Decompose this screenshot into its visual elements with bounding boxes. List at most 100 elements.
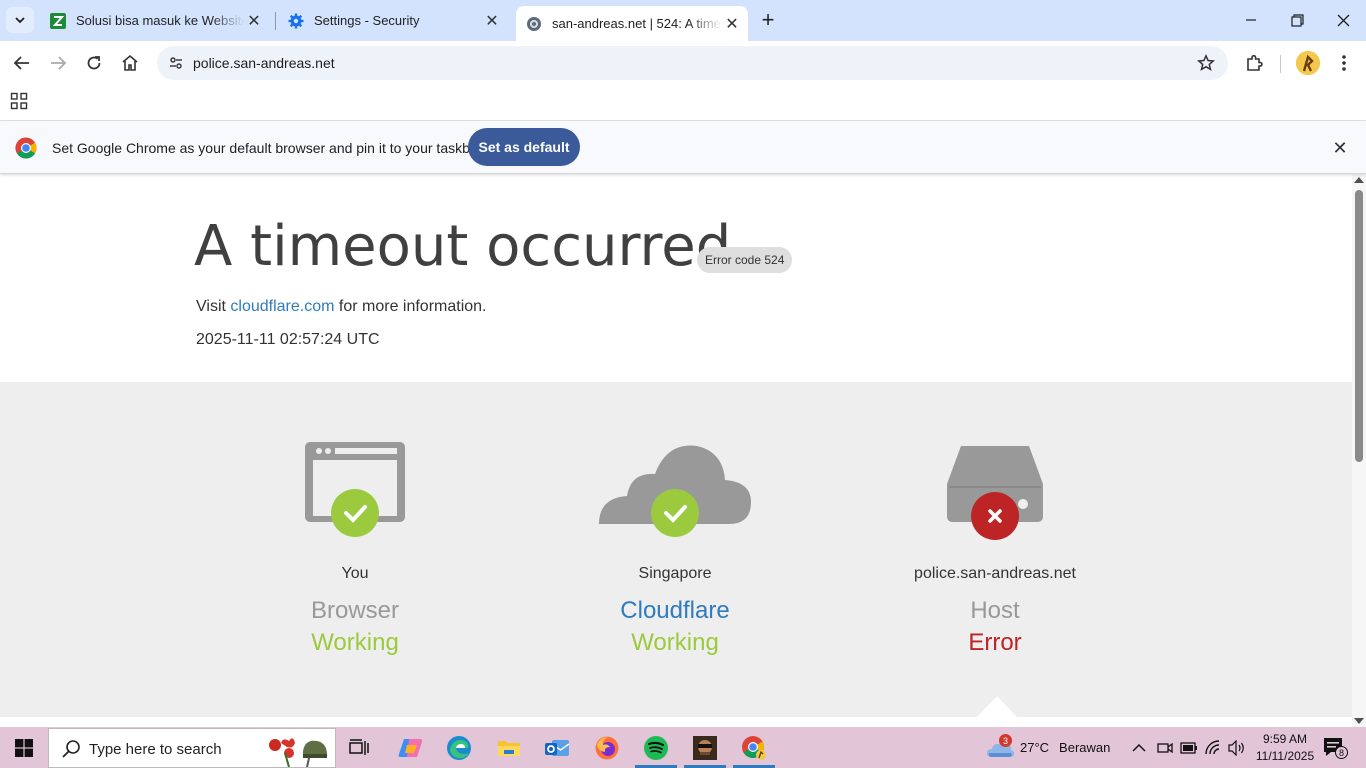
scroll-up-arrow[interactable] <box>1354 177 1364 183</box>
chevron-up-icon <box>1132 743 1146 752</box>
node-role: Browser <box>310 597 400 624</box>
taskbar-clock[interactable]: 9:59 AM 11/11/2025 <box>1247 731 1323 765</box>
page-title: A timeout occurred <box>194 214 732 279</box>
tab-title: Solusi bisa masuk ke Website San Andreas <box>76 13 244 28</box>
battery-icon[interactable] <box>1180 727 1198 768</box>
clock-date: 11/11/2025 <box>1255 749 1315 763</box>
tab-settings[interactable]: Settings - Security ✕ <box>280 0 508 41</box>
page-content: A timeout occurred Error code 524 Visit … <box>0 174 1352 717</box>
cloudflare-link[interactable]: cloudflare.com <box>230 298 334 315</box>
gear-icon <box>288 13 304 29</box>
close-tab-icon[interactable]: ✕ <box>482 11 502 31</box>
reload-icon <box>87 56 101 70</box>
close-tab-icon[interactable]: ✕ <box>244 11 264 31</box>
meet-now-icon[interactable] <box>1157 727 1173 768</box>
page-bottom <box>0 717 1352 727</box>
set-as-default-button[interactable]: Set as default <box>468 128 580 166</box>
tab-title: Settings - Security <box>314 13 420 28</box>
chrome-icon <box>742 735 766 760</box>
taskbar-search[interactable]: Type here to search <box>48 728 336 768</box>
tab-san-andreas[interactable]: san-andreas.net | 524: A timeout occurre… <box>516 6 748 41</box>
infobar-close-icon[interactable]: ✕ <box>1328 136 1352 160</box>
minimize-button[interactable] <box>1236 6 1266 34</box>
bookmarks-bar <box>0 85 1366 121</box>
spotify-icon <box>644 735 668 760</box>
search-highlight-icon <box>269 738 327 767</box>
outlook-icon <box>545 739 570 756</box>
file-explorer-app[interactable] <box>486 727 532 768</box>
tab-solusi[interactable]: Solusi bisa masuk ke Website San Andreas… <box>42 0 270 41</box>
scrollbar-thumb[interactable] <box>1355 190 1363 462</box>
profile-avatar[interactable] <box>1296 51 1320 75</box>
apps-grid-button[interactable] <box>10 92 30 112</box>
visit-prefix: Visit <box>196 298 226 315</box>
search-placeholder: Type here to search <box>89 741 222 758</box>
chrome-app[interactable] <box>731 727 777 768</box>
windows-logo-icon <box>15 738 33 757</box>
outlook-app[interactable] <box>534 727 580 768</box>
error-pointer <box>977 696 1017 717</box>
star-icon <box>1197 54 1215 71</box>
restore-button[interactable] <box>1282 6 1312 34</box>
error-timestamp: 2025-11-11 02:57:24 UTC <box>196 331 380 348</box>
address-bar[interactable]: police.san-andreas.net <box>157 46 1228 80</box>
close-icon <box>1337 14 1349 26</box>
page-scrollbar[interactable] <box>1352 174 1366 727</box>
infobar-message: Set Google Chrome as your default browse… <box>52 140 483 156</box>
weather-desc: Berawan <box>1059 740 1111 755</box>
error-code-badge: Error code 524 <box>697 247 793 273</box>
edge-app[interactable] <box>436 727 482 768</box>
show-hidden-icons[interactable] <box>1132 727 1146 768</box>
server-icon <box>835 438 1155 548</box>
arrow-right-icon <box>51 56 67 70</box>
cloud-icon <box>515 438 835 548</box>
firefox-icon <box>595 736 619 759</box>
node-location: police.san-andreas.net <box>914 565 1076 582</box>
scroll-down-arrow[interactable] <box>1354 718 1364 724</box>
new-tab-button[interactable]: + <box>756 7 780 32</box>
node-status: Working <box>631 629 719 656</box>
menu-button[interactable] <box>1330 49 1358 77</box>
home-icon <box>122 54 138 71</box>
home-button[interactable] <box>116 49 144 77</box>
tab-search-button[interactable] <box>6 7 34 33</box>
restore-icon <box>1290 13 1304 27</box>
node-location: You <box>341 565 369 582</box>
apps-grid-icon <box>10 92 28 110</box>
chevron-down-icon <box>15 17 25 24</box>
extensions-button[interactable] <box>1240 49 1268 77</box>
forward-button[interactable] <box>44 49 72 77</box>
site-info-button[interactable] <box>163 50 189 76</box>
more-vert-icon <box>1342 55 1346 71</box>
visit-suffix: for more information. <box>338 298 487 315</box>
close-window-button[interactable] <box>1328 6 1358 34</box>
start-button[interactable] <box>0 727 48 768</box>
puzzle-icon <box>1247 54 1263 71</box>
visit-line: Visit cloudflare.com for more informatio… <box>196 298 487 316</box>
volume-icon[interactable] <box>1228 727 1246 768</box>
notification-center-button[interactable]: 8 <box>1322 736 1348 760</box>
node-browser: You Browser Working <box>195 382 515 717</box>
clock-time: 9:59 AM <box>1262 732 1308 746</box>
url-text[interactable]: police.san-andreas.net <box>193 55 335 71</box>
notification-count: 8 <box>1335 746 1348 759</box>
node-role: Cloudflare <box>620 597 730 624</box>
tab-title: san-andreas.net | 524: A timeout occurre… <box>552 16 722 31</box>
copilot-app[interactable] <box>388 727 434 768</box>
wifi-icon[interactable] <box>1205 727 1223 768</box>
close-tab-icon[interactable]: ✕ <box>722 14 742 34</box>
weather-widget[interactable]: 3 27°C Berawan <box>986 727 1110 768</box>
firefox-app[interactable] <box>584 727 630 768</box>
arrow-left-icon <box>13 56 29 70</box>
game-app-icon <box>693 735 717 760</box>
copilot-icon <box>398 738 423 757</box>
reload-button[interactable] <box>80 49 108 77</box>
back-button[interactable] <box>8 49 36 77</box>
spotify-app[interactable] <box>633 727 679 768</box>
node-location: Singapore <box>638 565 712 582</box>
task-view-button[interactable] <box>336 727 382 768</box>
search-icon <box>62 740 80 758</box>
bookmark-star-button[interactable] <box>1196 53 1216 73</box>
windows-taskbar: Type here to search 3 27°C Berawan 9:59 … <box>0 727 1366 768</box>
game-app[interactable] <box>682 727 728 768</box>
